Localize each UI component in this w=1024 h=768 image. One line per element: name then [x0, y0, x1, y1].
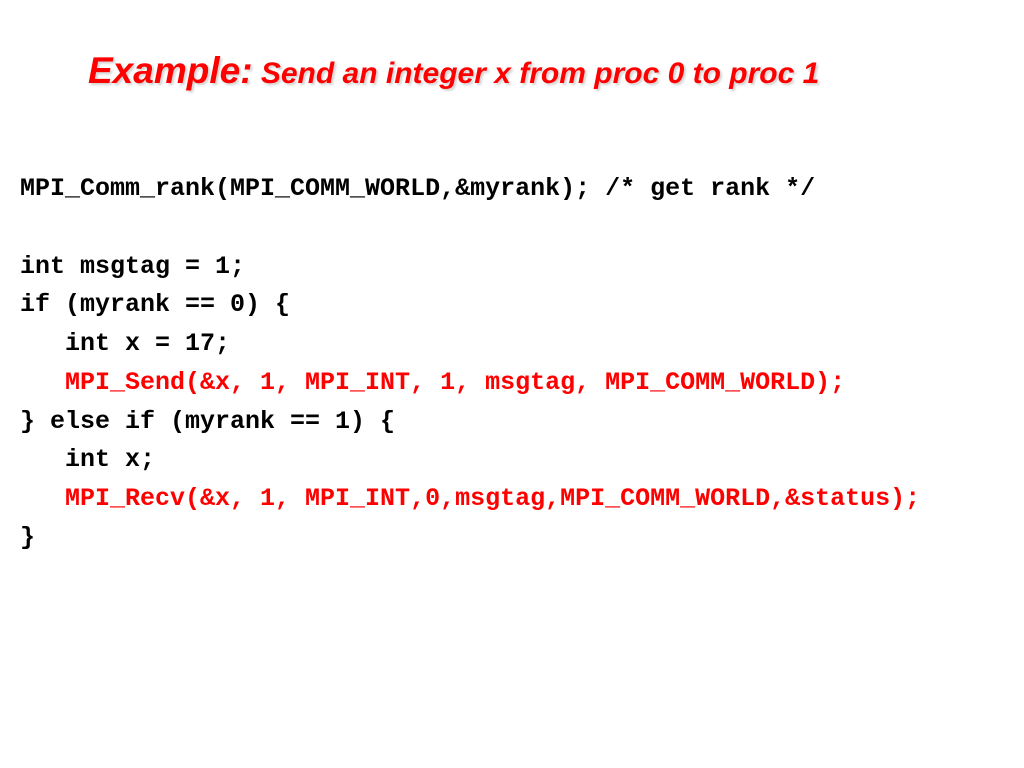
slide-title: Example: Send an integer x from proc 0 t…	[88, 50, 1004, 92]
code-line-5-mpi-send: MPI_Send(&x, 1, MPI_INT, 1, msgtag, MPI_…	[20, 368, 845, 397]
slide-content: Example: Send an integer x from proc 0 t…	[0, 0, 1024, 578]
code-line-2: int msgtag = 1;	[20, 252, 245, 281]
code-line-9: }	[20, 523, 35, 552]
code-line-7: int x;	[20, 445, 155, 474]
title-description: Send an integer x from proc 0 to proc 1	[253, 57, 820, 90]
title-label: Example:	[88, 50, 253, 91]
code-line-3: if (myrank == 0) {	[20, 290, 290, 319]
code-line-4: int x = 17;	[20, 329, 230, 358]
code-block: MPI_Comm_rank(MPI_COMM_WORLD,&myrank); /…	[20, 170, 1004, 558]
code-line-6: } else if (myrank == 1) {	[20, 407, 395, 436]
code-line-8-mpi-recv: MPI_Recv(&x, 1, MPI_INT,0,msgtag,MPI_COM…	[20, 484, 920, 513]
code-line-1: MPI_Comm_rank(MPI_COMM_WORLD,&myrank); /…	[20, 174, 815, 203]
